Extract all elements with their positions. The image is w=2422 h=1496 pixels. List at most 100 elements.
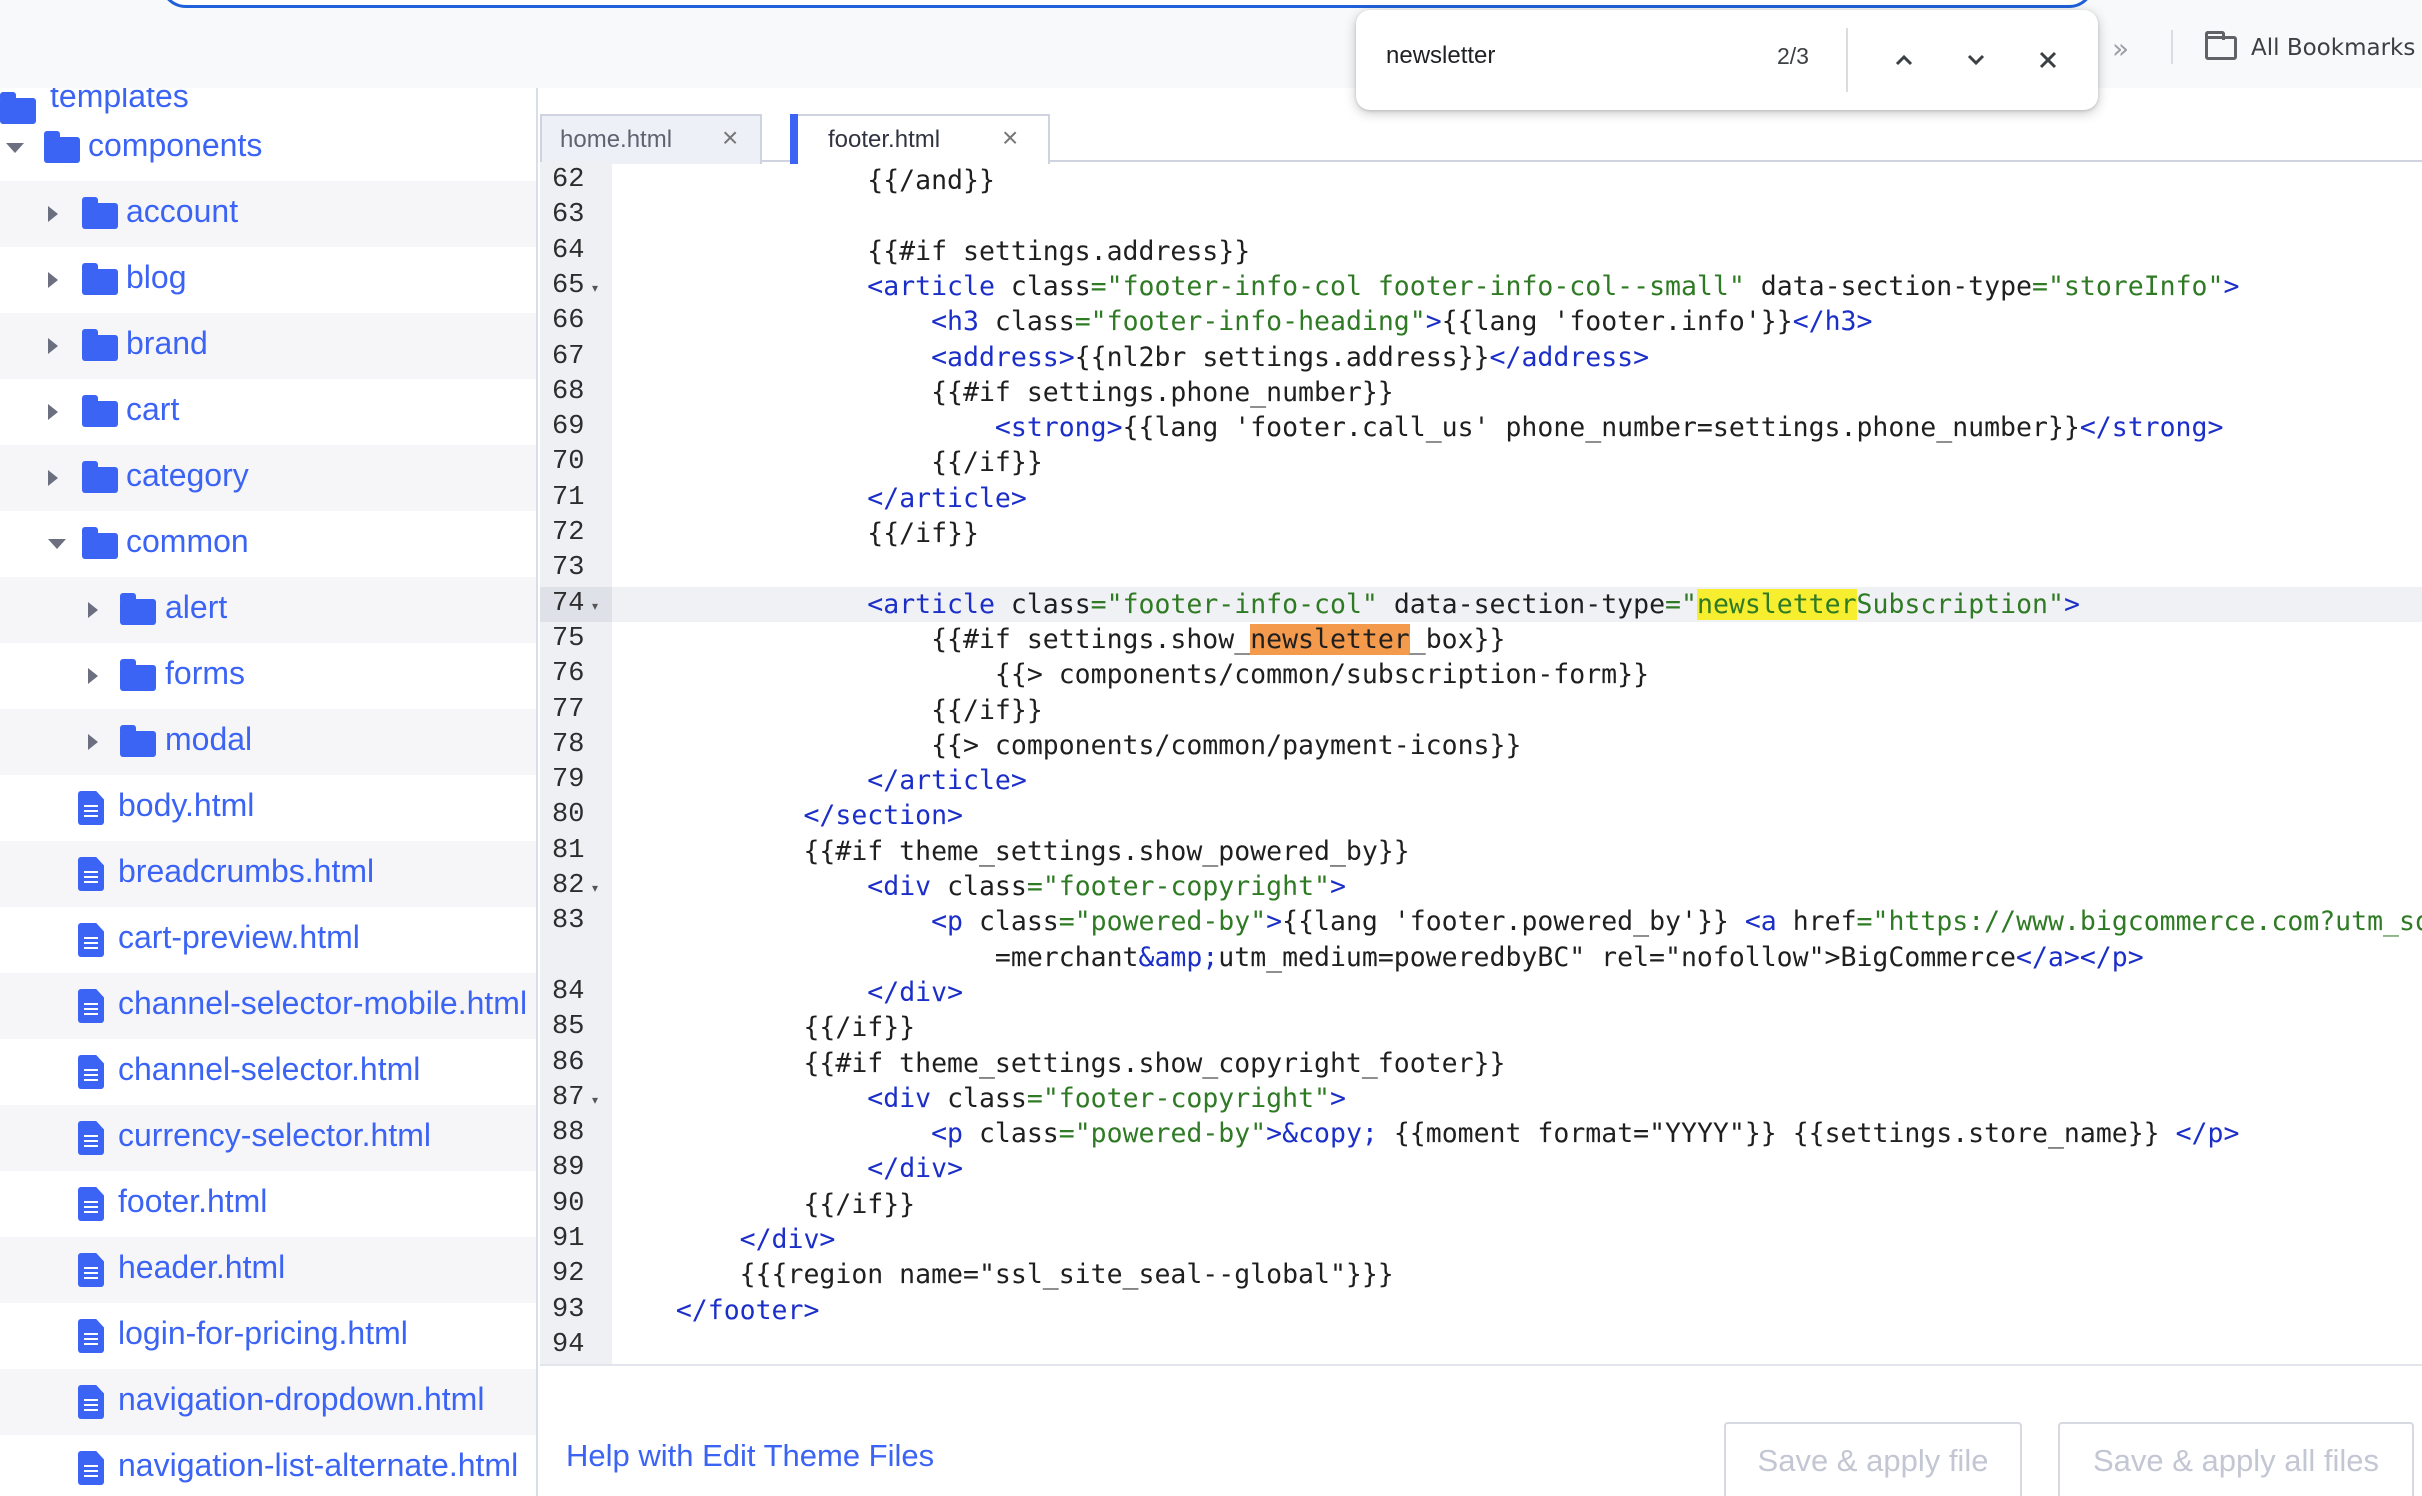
tree-item-cart-preview-html[interactable]: cart-preview.html bbox=[0, 907, 536, 973]
tree-item-breadcrumbs-html[interactable]: breadcrumbs.html bbox=[0, 841, 536, 907]
tree-item-category[interactable]: category bbox=[0, 445, 536, 511]
code-line[interactable]: <strong>{{lang 'footer.call_us' phone_nu… bbox=[612, 410, 2422, 445]
code-line[interactable]: {{/if}} bbox=[612, 516, 2422, 551]
tree-item-currency-selector-html[interactable]: currency-selector.html bbox=[0, 1105, 536, 1171]
caret-right-icon[interactable] bbox=[88, 734, 98, 750]
code-line[interactable]: {{#if theme_settings.show_copyright_foot… bbox=[612, 1046, 2422, 1081]
line-number: 73 bbox=[552, 553, 585, 584]
tree-item-login-for-pricing-html[interactable]: login-for-pricing.html bbox=[0, 1303, 536, 1369]
bookmarks-overflow-chevron[interactable]: » bbox=[2112, 28, 2129, 68]
code-line[interactable]: </div> bbox=[612, 1222, 2422, 1257]
find-in-page-bar: 2/3 bbox=[1356, 10, 2098, 110]
caret-right-icon[interactable] bbox=[88, 668, 98, 684]
tree-item-body-html[interactable]: body.html bbox=[0, 775, 536, 841]
code-line[interactable] bbox=[612, 551, 2422, 586]
line-number: 92 bbox=[552, 1259, 585, 1290]
tree-item-label: login-for-pricing.html bbox=[118, 1315, 408, 1351]
all-bookmarks-button[interactable]: All Bookmarks bbox=[2205, 28, 2415, 68]
fold-toggle-icon[interactable]: ▾ bbox=[592, 881, 598, 895]
folder-icon bbox=[82, 263, 118, 295]
code-line[interactable] bbox=[612, 1328, 2422, 1363]
help-link[interactable]: Help with Edit Theme Files bbox=[566, 1438, 934, 1474]
tree-item-cart[interactable]: cart bbox=[0, 379, 536, 445]
close-icon[interactable]: × bbox=[1002, 124, 1018, 152]
caret-right-icon[interactable] bbox=[48, 470, 58, 486]
code-editor[interactable]: {{/and}} {{#if settings.address}} <artic… bbox=[612, 162, 2422, 1364]
code-line[interactable]: <h3 class="footer-info-heading">{{lang '… bbox=[612, 304, 2422, 339]
file-icon bbox=[78, 1253, 104, 1287]
tree-item-modal[interactable]: modal bbox=[0, 709, 536, 775]
save-apply-file-button[interactable]: Save & apply file bbox=[1724, 1422, 2022, 1496]
caret-down-icon[interactable] bbox=[6, 143, 24, 153]
code-line[interactable]: {{/if}} bbox=[612, 693, 2422, 728]
code-line[interactable]: <div class="footer-copyright"> bbox=[612, 869, 2422, 904]
caret-right-icon[interactable] bbox=[48, 338, 58, 354]
code-line[interactable]: <p class="powered-by">&copy; {{moment fo… bbox=[612, 1116, 2422, 1151]
code-line[interactable]: {{/if}} bbox=[612, 445, 2422, 480]
code-line[interactable]: {{#if theme_settings.show_powered_by}} bbox=[612, 834, 2422, 869]
code-line[interactable]: {{/if}} bbox=[612, 1187, 2422, 1222]
code-line[interactable]: </footer> bbox=[612, 1293, 2422, 1328]
code-line[interactable]: </article> bbox=[612, 763, 2422, 798]
code-line[interactable]: <address>{{nl2br settings.address}}</add… bbox=[612, 340, 2422, 375]
code-line[interactable] bbox=[612, 198, 2422, 233]
code-line[interactable]: <article class="footer-info-col footer-i… bbox=[612, 269, 2422, 304]
caret-right-icon[interactable] bbox=[48, 404, 58, 420]
tab-footer-html[interactable]: footer.html × bbox=[790, 114, 1050, 164]
tree-item-navigation-list-alternate-html[interactable]: navigation-list-alternate.html bbox=[0, 1435, 536, 1496]
caret-right-icon[interactable] bbox=[48, 206, 58, 222]
code-line[interactable]: </section> bbox=[612, 798, 2422, 833]
line-number: 91 bbox=[552, 1224, 585, 1254]
code-line[interactable]: <div class="footer-copyright"> bbox=[612, 1081, 2422, 1116]
code-line[interactable]: {{> components/common/subscription-form}… bbox=[612, 657, 2422, 692]
line-number: 94 bbox=[552, 1329, 585, 1360]
tree-item-header-html[interactable]: header.html bbox=[0, 1237, 536, 1303]
tab-home-html[interactable]: home.html × bbox=[540, 114, 762, 164]
tree-item-label: channel-selector.html bbox=[118, 1051, 421, 1087]
code-line[interactable]: {{#if settings.phone_number}} bbox=[612, 375, 2422, 410]
code-line[interactable]: =merchant&amp;utm_medium=poweredbyBC" re… bbox=[612, 940, 2422, 975]
tree-item-blog[interactable]: blog bbox=[0, 247, 536, 313]
tree-item-label: brand bbox=[126, 325, 208, 361]
tree-item-brand[interactable]: brand bbox=[0, 313, 536, 379]
tree-item-components[interactable]: components bbox=[0, 115, 536, 181]
code-line[interactable]: {{#if settings.address}} bbox=[612, 234, 2422, 269]
code-line[interactable]: {{/if}} bbox=[612, 1010, 2422, 1045]
tree-item-alert[interactable]: alert bbox=[0, 577, 536, 643]
tree-item-account[interactable]: account bbox=[0, 181, 536, 247]
save-apply-all-files-button[interactable]: Save & apply all files bbox=[2058, 1422, 2414, 1496]
code-line[interactable]: {{/and}} bbox=[612, 163, 2422, 198]
code-line[interactable]: {{> components/common/payment-icons}} bbox=[612, 728, 2422, 763]
file-icon bbox=[78, 1385, 104, 1419]
code-line[interactable]: </div> bbox=[612, 975, 2422, 1010]
caret-down-icon[interactable] bbox=[48, 539, 66, 549]
address-bar[interactable] bbox=[160, 0, 2095, 8]
tree-item-footer-html[interactable]: footer.html bbox=[0, 1171, 536, 1237]
find-input[interactable] bbox=[1386, 42, 1716, 70]
tree-item-forms[interactable]: forms bbox=[0, 643, 536, 709]
code-line[interactable]: </article> bbox=[612, 481, 2422, 516]
tree-item-common[interactable]: common bbox=[0, 511, 536, 577]
fold-toggle-icon[interactable]: ▾ bbox=[592, 1093, 598, 1107]
close-icon[interactable]: × bbox=[722, 124, 738, 152]
line-number: 76 bbox=[552, 659, 585, 690]
code-line[interactable]: <p class="powered-by">{{lang 'footer.pow… bbox=[612, 904, 2422, 939]
tree-item-navigation-dropdown-html[interactable]: navigation-dropdown.html bbox=[0, 1369, 536, 1435]
tree-item-channel-selector-mobile-html[interactable]: channel-selector-mobile.html bbox=[0, 973, 536, 1039]
code-line[interactable]: {{{region name="ssl_site_seal--global"}}… bbox=[612, 1257, 2422, 1292]
tree-item-channel-selector-html[interactable]: channel-selector.html bbox=[0, 1039, 536, 1105]
line-number: 86 bbox=[552, 1047, 585, 1078]
find-close-button[interactable] bbox=[2028, 40, 2068, 80]
fold-toggle-icon[interactable]: ▾ bbox=[592, 599, 598, 613]
find-previous-button[interactable] bbox=[1884, 40, 1924, 80]
fold-toggle-icon[interactable]: ▾ bbox=[592, 281, 598, 295]
caret-right-icon[interactable] bbox=[88, 602, 98, 618]
line-number: 87 bbox=[552, 1082, 585, 1113]
code-line[interactable]: </div> bbox=[612, 1151, 2422, 1186]
file-icon bbox=[78, 791, 104, 825]
caret-right-icon[interactable] bbox=[48, 272, 58, 288]
find-next-button[interactable] bbox=[1956, 40, 1996, 80]
code-line[interactable]: <article class="footer-info-col" data-se… bbox=[612, 586, 2422, 622]
code-line[interactable]: {{#if settings.show_newsletter_box}} bbox=[612, 622, 2422, 657]
line-number: 70 bbox=[552, 447, 585, 478]
